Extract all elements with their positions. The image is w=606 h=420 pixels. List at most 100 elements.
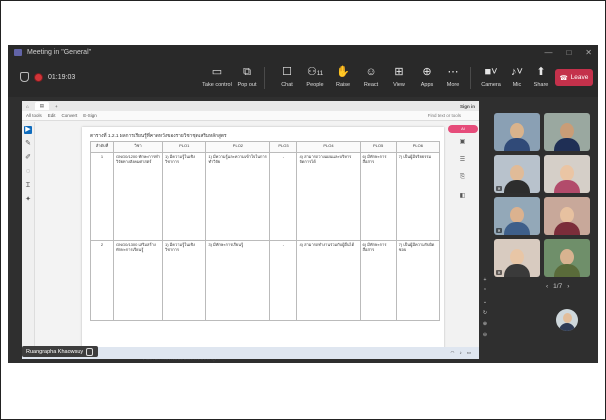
mic-icon [86,347,94,356]
comment-panel-icon[interactable]: ▣ [446,138,479,145]
viewer-tab-bar: ⌂ ▤ + Sign in [22,101,479,111]
zoom-out-icon[interactable]: ⊖ [481,332,489,338]
text-tool-icon[interactable]: Ꮖ [24,182,32,190]
menu-all-tools[interactable]: All tools [26,113,42,118]
table-row: 1 GNG0/1200 ทักษะการทำวิจัยทางสังคมศาสตร… [90,152,441,241]
more-button[interactable]: ⋯ More [436,65,470,88]
chevron-right-icon[interactable]: › [567,283,569,290]
viewer-right-panel: AI ▣ ☰ ⎘ ◧ [446,122,479,359]
avatar [560,123,574,139]
col-header-course: วิชา [113,141,163,153]
participant-tile[interactable] [544,113,590,151]
meeting-toolbar: 01:19:03 ▭ Take control ⧉ Pop out ☐ Chat… [8,59,598,97]
participant-body [504,264,530,277]
volume-icon: ♪ [459,350,462,355]
muted-mic-icon: ✕ [496,270,502,275]
shield-icon [20,72,29,82]
participant-tile[interactable] [544,155,590,193]
cursor-tool-icon[interactable]: ▶ [24,126,32,134]
chat-icon: ☐ [282,66,292,78]
sign-in-link[interactable]: Sign in [460,104,475,109]
react-icon: ☺ [365,66,377,78]
participant-tile[interactable]: ✕ [494,239,540,277]
participant-gallery: ✕ ✕ ✕ ‹ 1/7 › [482,113,594,363]
chevron-left-icon[interactable]: ‹ [546,283,548,290]
shared-screen: ⌂ ▤ + Sign in All tools Edit Convert E-S… [22,101,479,361]
refresh-icon[interactable]: ↻ [481,310,489,316]
people-icon: ⚇11 [307,66,324,78]
participant-tile[interactable] [544,239,590,277]
recording-indicator: 01:19:03 [20,72,75,82]
new-tab-button[interactable]: + [55,104,58,109]
lasso-tool-icon[interactable]: ◌ [24,168,32,176]
document-tab[interactable]: ▤ [34,102,49,110]
col-header-plo2: PLO2 [205,141,271,153]
teams-logo-icon [14,48,22,56]
view-icon: ⊞ [394,66,404,78]
maximize-icon[interactable]: □ [566,48,571,57]
presenter-label: Ruangrapha Khaowsuy [22,346,98,357]
participant-tile[interactable] [544,197,590,235]
document-page: ตารางที่ 1.2.1 ผลการเรียนรู้ที่คาดหวังขอ… [82,127,444,353]
avatar [560,249,574,265]
participant-body [504,180,530,193]
zoom-in-icon[interactable]: ⊕ [481,321,489,327]
self-view-body [559,323,575,331]
gallery-side-controls: + ⌃ ⌄ ↻ ⊕ ⊖ [481,277,489,361]
close-icon[interactable]: ✕ [585,48,592,57]
participant-body [504,222,530,235]
pen-tool-icon[interactable]: ✐ [24,154,32,162]
col-header-plo3: PLO3 [269,141,298,153]
find-text-field[interactable]: Find text or tools [428,113,461,118]
viewer-left-rail: ▶ ✎ ✐ ◌ Ꮖ ✦ [22,122,35,359]
meeting-timer: 01:19:03 [48,73,76,81]
arrow-up-icon[interactable]: ⌃ [481,288,489,294]
participant-tile[interactable] [494,113,540,151]
pop-out-button[interactable]: ⧉ Pop out [230,65,264,88]
avatar [510,165,524,181]
take-control-icon: ▭ [211,66,223,78]
col-header-plo4: PLO4 [296,141,361,153]
menu-edit[interactable]: Edit [48,113,56,118]
attachment-panel-icon[interactable]: ⎘ [446,174,479,181]
expand-icon[interactable]: + [481,277,489,283]
teams-meeting-window: Meeting in "General" — □ ✕ 01:19:03 ▭ Ta… [8,45,598,363]
home-tab[interactable]: ⌂ [26,104,29,109]
participant-tile[interactable]: ✕ [494,155,540,193]
record-dot-icon [35,73,42,81]
battery-icon: ▭ [466,350,471,355]
pop-out-icon: ⧉ [243,66,251,78]
ai-assistant-button[interactable]: AI [448,125,478,133]
avatar [510,123,524,139]
bookmark-panel-icon[interactable]: ☰ [446,156,479,163]
wifi-icon: ◠ [450,350,455,355]
self-view-avatar[interactable] [556,309,578,331]
share-icon: ⬆ [536,66,546,78]
participant-body [504,138,530,151]
col-header-no: ลำดับที่ [90,141,114,153]
self-view-face [563,313,572,323]
minimize-icon[interactable]: — [544,48,552,57]
take-control-button[interactable]: ▭ Take control [200,65,234,88]
toolbar-divider [470,67,471,89]
leave-button[interactable]: ☎ Leave [555,69,593,86]
muted-mic-icon: ✕ [496,186,502,191]
system-tray: ◠ ♪ ▭ [451,350,471,356]
col-header-plo5: PLO5 [359,141,397,153]
menu-convert[interactable]: Convert [62,113,78,118]
plo-table: ลำดับที่ วิชา PLO1 PLO2 PLO3 PLO4 PLO5 P… [90,141,441,321]
col-header-plo6: PLO6 [395,141,441,153]
participant-tile[interactable]: ✕ [494,197,540,235]
participant-body [554,264,580,277]
menu-esign[interactable]: E-Sign [83,113,97,118]
stamp-tool-icon[interactable]: ✦ [24,196,32,204]
raise-hand-icon: ✋ [336,66,350,78]
layers-panel-icon[interactable]: ◧ [446,192,479,199]
share-button[interactable]: ⬆ Share [524,65,558,88]
more-icon: ⋯ [447,66,459,78]
muted-mic-icon: ✕ [496,228,502,233]
avatar [560,165,574,181]
arrow-down-icon[interactable]: ⌄ [481,299,489,305]
comment-tool-icon[interactable]: ✎ [24,140,32,148]
avatar [510,249,524,265]
